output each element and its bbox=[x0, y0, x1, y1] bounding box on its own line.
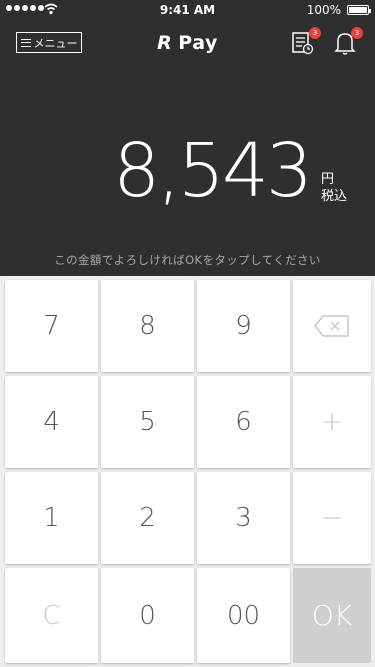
key-4[interactable]: 4 bbox=[5, 376, 98, 468]
key-7[interactable]: 7 bbox=[5, 280, 98, 372]
logo-text: Pay bbox=[178, 32, 218, 54]
unit-yen: 円 bbox=[321, 172, 335, 187]
backspace-icon bbox=[314, 315, 349, 337]
key-3[interactable]: 3 bbox=[197, 472, 290, 564]
amount-unit: 円 税込 bbox=[321, 171, 347, 205]
key-5[interactable]: 5 bbox=[101, 376, 194, 468]
minus-button[interactable]: − bbox=[293, 472, 371, 564]
confirm-hint: この金額でよろしければOKをタップしてください bbox=[54, 253, 321, 267]
key-8[interactable]: 8 bbox=[101, 280, 194, 372]
key-9[interactable]: 9 bbox=[197, 280, 290, 372]
status-bar: 9:41 AM 100% bbox=[0, 0, 375, 20]
key-1[interactable]: 1 bbox=[5, 472, 98, 564]
key-00[interactable]: 00 bbox=[197, 568, 290, 663]
clear-button[interactable]: C bbox=[5, 568, 98, 663]
receipts-badge: 3 bbox=[309, 27, 321, 39]
notifications-button[interactable]: 3 bbox=[333, 27, 363, 56]
ok-button[interactable]: OK bbox=[293, 568, 371, 663]
receipt-history-button[interactable]: 3 bbox=[291, 27, 321, 56]
key-2[interactable]: 2 bbox=[101, 472, 194, 564]
keypad: 7 8 9 4 5 6 + 1 2 3 − C 0 00 OK bbox=[0, 276, 375, 667]
unit-tax-included: 税込 bbox=[321, 189, 348, 204]
key-6[interactable]: 6 bbox=[197, 376, 290, 468]
notifications-badge: 3 bbox=[351, 27, 363, 39]
battery-icon bbox=[347, 5, 371, 15]
header-area: 9:41 AM 100% メニュー R Pay 3 3 8,543 円 税込 この… bbox=[0, 0, 375, 276]
backspace-button[interactable] bbox=[293, 280, 371, 372]
amount-display: 8,543 bbox=[113, 128, 313, 214]
battery-percent: 100% bbox=[306, 3, 341, 17]
logo-mark: R bbox=[157, 32, 173, 54]
key-0[interactable]: 0 bbox=[101, 568, 194, 663]
plus-button[interactable]: + bbox=[293, 376, 371, 468]
